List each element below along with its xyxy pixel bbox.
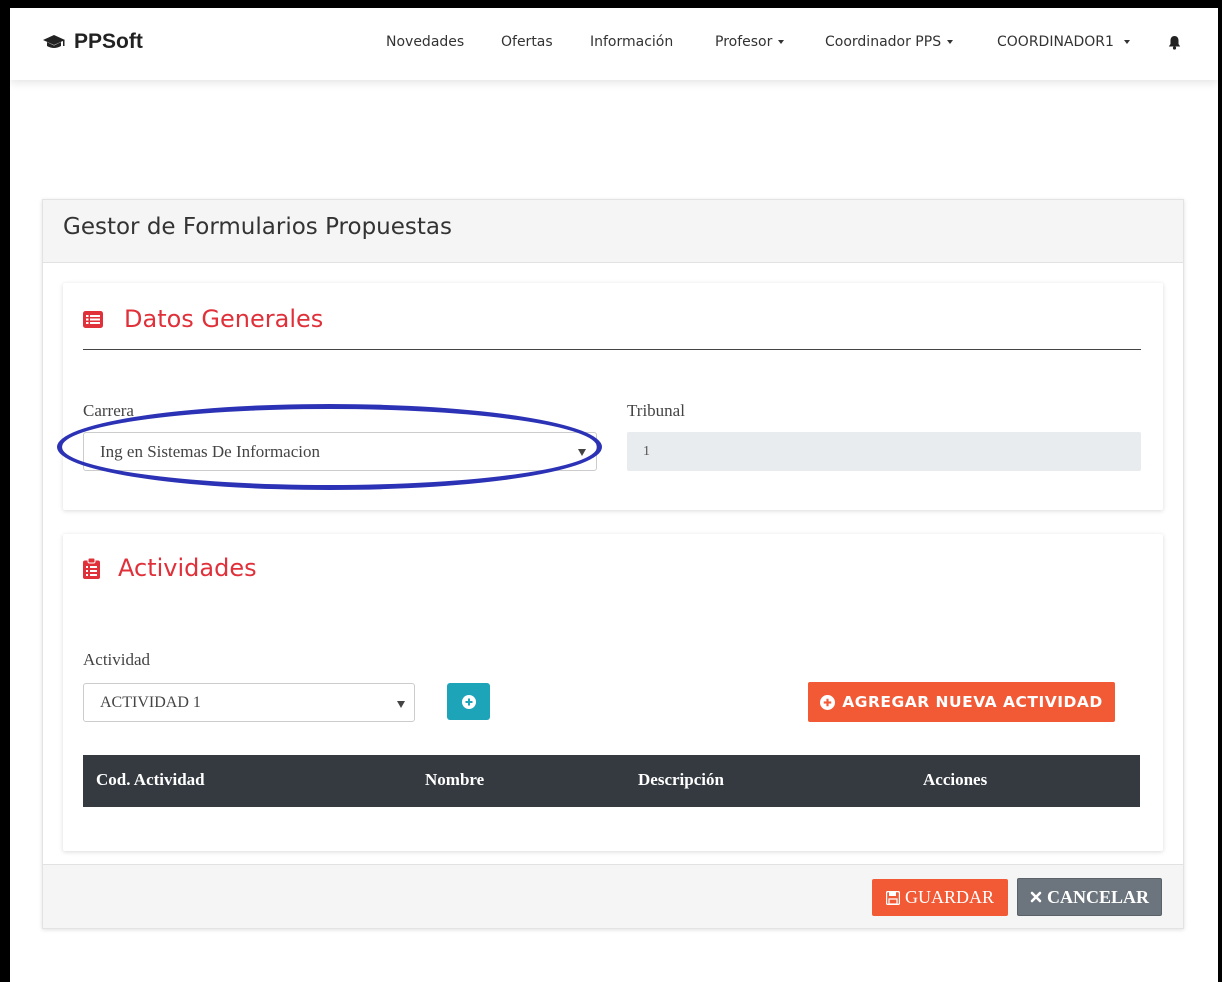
carrera-select[interactable]: Ing en Sistemas De Informacion bbox=[83, 432, 597, 471]
tribunal-label: Tribunal bbox=[627, 401, 685, 420]
tribunal-field: 1 bbox=[627, 432, 1141, 471]
panel-footer: GUARDAR CANCELAR bbox=[43, 864, 1183, 928]
add-new-activity-label: AGREGAR NUEVA ACTIVIDAD bbox=[842, 693, 1103, 711]
tribunal-value: 1 bbox=[643, 444, 650, 459]
add-new-activity-button[interactable]: AGREGAR NUEVA ACTIVIDAD bbox=[808, 682, 1115, 722]
nav-novedades[interactable]: Novedades bbox=[386, 34, 464, 50]
nav-ofertas-label: Ofertas bbox=[501, 34, 553, 50]
nav-coordinador-pps-dropdown[interactable]: Coordinador PPS bbox=[825, 34, 954, 50]
page-title: Gestor de Formularios Propuestas bbox=[63, 214, 452, 240]
activities-title-label: Actividades bbox=[118, 554, 257, 582]
col-cod-actividad: Cod. Actividad bbox=[96, 770, 205, 789]
carrera-label: Carrera bbox=[83, 401, 134, 420]
plus-circle-icon bbox=[461, 694, 476, 709]
select-arrow-icon bbox=[397, 701, 405, 708]
section-divider bbox=[83, 349, 1141, 350]
activities-title: Actividades bbox=[83, 554, 257, 582]
brand-label: PPSoft bbox=[74, 30, 143, 53]
col-nombre: Nombre bbox=[425, 770, 485, 789]
general-data-title-label: Datos Generales bbox=[124, 305, 324, 333]
nav-informacion-label: Información bbox=[590, 34, 674, 50]
browser-frame: PPSoft Novedades Ofertas Información Pro… bbox=[10, 8, 1218, 982]
activities-table-header: Cod. Actividad Nombre Descripción Accion… bbox=[83, 755, 1140, 807]
cancel-button[interactable]: CANCELAR bbox=[1017, 878, 1162, 916]
save-label: GUARDAR bbox=[904, 887, 994, 907]
list-alt-icon bbox=[83, 310, 103, 328]
nav-profesor-dropdown[interactable]: Profesor bbox=[715, 34, 785, 50]
nav-user-label: COORDINADOR1 bbox=[997, 34, 1114, 50]
graduation-cap-icon bbox=[43, 35, 65, 48]
col-descripcion: Descripción bbox=[638, 770, 724, 789]
nav-user-dropdown[interactable]: COORDINADOR1 bbox=[997, 34, 1130, 50]
form-manager-panel: Gestor de Formularios Propuestas Datos G… bbox=[42, 199, 1184, 929]
nav-coordinador-pps-label: Coordinador PPS bbox=[825, 34, 942, 50]
actividad-selected-value: ACTIVIDAD 1 bbox=[100, 694, 201, 711]
close-icon bbox=[1030, 891, 1042, 903]
activities-card: Actividades Actividad ACTIVIDAD 1 AGREGA… bbox=[63, 534, 1163, 851]
caret-down-icon bbox=[947, 40, 954, 44]
carrera-selected-value: Ing en Sistemas De Informacion bbox=[100, 442, 320, 461]
add-activity-button[interactable] bbox=[447, 683, 490, 720]
floppy-disk-icon bbox=[885, 890, 900, 905]
notifications-bell-icon[interactable] bbox=[1168, 35, 1181, 55]
plus-circle-icon bbox=[820, 694, 836, 710]
general-data-title: Datos Generales bbox=[83, 305, 323, 333]
top-navbar: PPSoft Novedades Ofertas Información Pro… bbox=[10, 8, 1218, 80]
clipboard-list-icon bbox=[83, 557, 100, 579]
col-acciones: Acciones bbox=[923, 770, 988, 789]
actividad-select[interactable]: ACTIVIDAD 1 bbox=[83, 683, 415, 722]
select-arrow-icon bbox=[578, 449, 586, 456]
panel-header: Gestor de Formularios Propuestas bbox=[43, 200, 1183, 263]
save-button[interactable]: GUARDAR bbox=[872, 879, 1008, 916]
nav-profesor-label: Profesor bbox=[715, 34, 773, 50]
general-data-card: Datos Generales Carrera Ing en Sistemas … bbox=[63, 283, 1163, 510]
caret-down-icon bbox=[1123, 40, 1130, 44]
nav-novedades-label: Novedades bbox=[386, 34, 465, 50]
caret-down-icon bbox=[778, 40, 785, 44]
brand[interactable]: PPSoft bbox=[42, 30, 143, 54]
nav-ofertas[interactable]: Ofertas bbox=[501, 34, 553, 50]
cancel-label: CANCELAR bbox=[1046, 886, 1149, 907]
actividad-label: Actividad bbox=[83, 650, 151, 669]
nav-informacion[interactable]: Información bbox=[590, 34, 673, 50]
